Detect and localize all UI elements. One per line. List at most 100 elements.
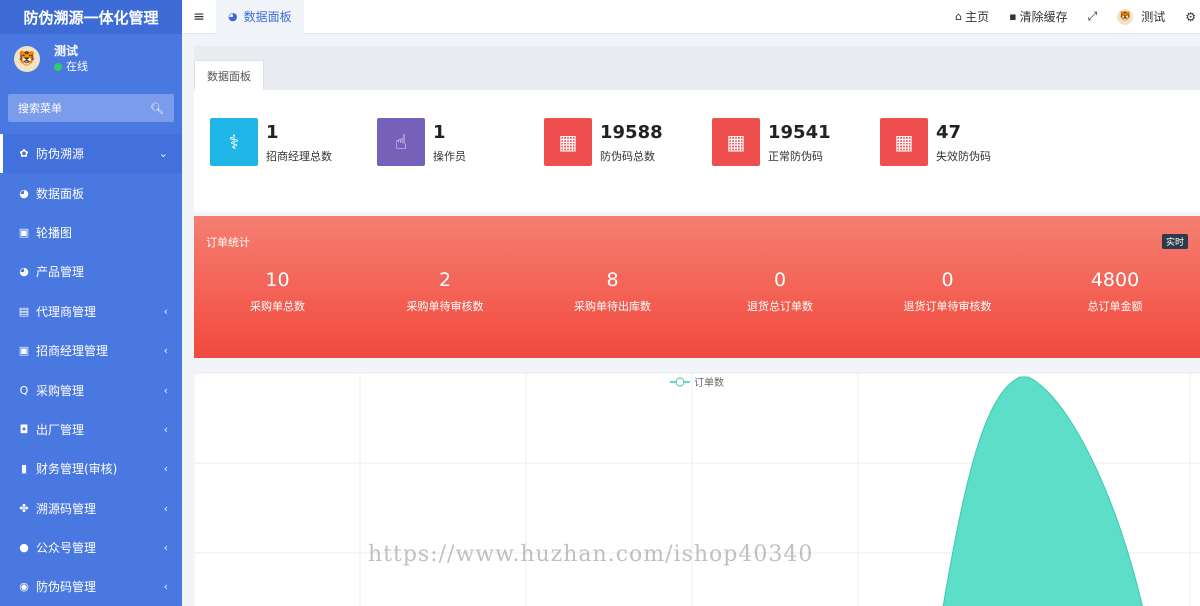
chevron-icon: ‹ [163, 580, 168, 594]
realtime-badge: 实时 [1161, 234, 1188, 249]
user-menu-label: 测试 [1141, 10, 1166, 24]
sidebar-search-input[interactable]: 搜索菜单 🔍︎ [8, 94, 174, 122]
chevron-icon: ⌄ [158, 147, 168, 161]
image-icon: ▣ [18, 225, 30, 239]
user-menu[interactable]: 🐯 测试 [1107, 8, 1175, 25]
sidebar-item[interactable]: ◉ 防伪码管理 ‹ [0, 567, 182, 606]
order-stat: 8 采购单待出库数 [529, 268, 696, 314]
sidebar-item-label: 防伪码管理 [36, 580, 97, 595]
order-stat-value: 4800 [1090, 269, 1140, 291]
series-area [942, 376, 1143, 606]
hand-pointer-icon: ☝ [377, 118, 425, 166]
sidebar-item[interactable]: ◕ 产品管理 [0, 252, 182, 291]
settings-button[interactable]: ⚙ [1175, 10, 1200, 24]
user-avatar-icon: 🐯 [1117, 8, 1134, 25]
stat-value: 19541 [768, 122, 831, 143]
stat-value: 47 [936, 122, 962, 143]
legend-marker [675, 377, 685, 387]
stat-card: ▦ 19588 防伪码总数 [544, 118, 704, 188]
stat-label: 招商经理总数 [266, 150, 332, 163]
sidebar-item-label: 财务管理(审核) [36, 462, 118, 477]
order-stat-value: 10 [265, 269, 290, 291]
stat-label: 正常防伪码 [768, 150, 823, 163]
tab-dashboard[interactable]: ◕ 数据面板 [216, 0, 304, 34]
chevron-icon: ‹ [163, 344, 168, 358]
order-stat: 0 退货总订单数 [697, 268, 864, 314]
sidebar-item-label: 公众号管理 [36, 541, 97, 556]
sidebar-item[interactable]: ▤ 代理商管理 ‹ [0, 292, 182, 331]
sidebar-item[interactable]: Q 采购管理 ‹ [0, 370, 182, 409]
sidebar-item[interactable]: ◕ 数据面板 [0, 173, 182, 212]
home-label: 主页 [965, 10, 990, 24]
gears-icon: ⚙ [1185, 9, 1196, 24]
home-link[interactable]: ⌂ 主页 [945, 8, 999, 25]
sidebar: 防伪溯源一体化管理 🐯 测试 在线 搜索菜单 🔍︎ ✿ 防伪溯源 ⌄ ◕ 数据面板 ▣ 轮播… [0, 0, 182, 606]
order-stats-panel: 订单统计 实时 10 采购单总数 2 采购单待审核数 8 采购单待出库数 0 退货总订单数 0 退… [194, 216, 1200, 358]
sidebar-menu: ✿ 防伪溯源 ⌄ ◕ 数据面板 ▣ 轮播图 ◕ 产品管理 ▤ 代理商管理 ‹ ▣ 招商经理管理 ‹ Q 采购管理… [0, 134, 182, 606]
stat-label: 失效防伪码 [936, 150, 991, 163]
clear-cache-label: 清除缓存 [1019, 10, 1068, 24]
main-content: 数据面板 ⚕ 1 招商经理总数 ☝ 1 操作员 ▦ 19588 防伪码总数 ▦ 19541 正常防伪码… [182, 34, 1200, 606]
sidebar-item[interactable]: ◘ 出厂管理 ‹ [0, 410, 182, 449]
watermark-text: https://www.huzhan.com/ishop40340 [368, 542, 814, 567]
trash-icon: ▪ [1009, 10, 1017, 23]
fullscreen-button[interactable]: ⤢ [1078, 9, 1108, 24]
sidebar-item[interactable]: ▣ 轮播图 [0, 213, 182, 252]
sidebar-item-label: 轮播图 [36, 225, 73, 240]
avatar[interactable]: 🐯 [14, 46, 40, 72]
order-stat: 0 退货订单待审核数 [864, 268, 1031, 314]
sidebar-item[interactable]: ✤ 溯源码管理 ‹ [0, 489, 182, 528]
chevron-icon: ‹ [163, 383, 168, 397]
stat-card: ▦ 47 失效防伪码 [880, 118, 1040, 188]
order-stat: 2 采购单待审核数 [362, 268, 529, 314]
user-doctor-icon: ⚕ [210, 118, 258, 166]
sidebar-item[interactable]: ▣ 招商经理管理 ‹ [0, 331, 182, 370]
online-dot-icon [54, 62, 62, 71]
flower-icon: ✿ [19, 147, 29, 161]
user-name: 测试 [54, 44, 79, 58]
sidebar-item-label: 出厂管理 [36, 422, 85, 437]
expand-icon: ⤢ [1087, 9, 1098, 23]
order-stat-value: 2 [438, 269, 452, 291]
orders-chart: 订单数 [194, 372, 1200, 606]
sidebar-item-label: 产品管理 [36, 265, 85, 280]
order-stat-label: 退货订单待审核数 [903, 300, 992, 313]
order-stat-value: 0 [941, 269, 954, 291]
order-stats-title: 订单统计 [206, 236, 250, 249]
hamburger-icon[interactable]: ≡ [182, 9, 216, 25]
dashboard-icon: ◕ [19, 186, 29, 200]
sidebar-item[interactable]: ✿ 防伪溯源 ⌄ [0, 134, 182, 174]
stat-value: 1 [266, 122, 279, 143]
sidebar-item-label: 数据面板 [36, 186, 85, 201]
inbox-icon: ◘ [19, 422, 29, 436]
order-stat: 10 采购单总数 [194, 268, 361, 314]
sidebar-item-label: 采购管理 [36, 383, 85, 398]
home-icon: ⌂ [955, 10, 963, 23]
search-icon[interactable]: 🔍︎ [150, 102, 164, 115]
stat-value: 1 [433, 122, 446, 143]
clear-cache-button[interactable]: ▪ 清除缓存 [999, 8, 1077, 25]
order-stat-label: 采购单待审核数 [406, 300, 484, 313]
orders-chart-svg: 订单数 [194, 373, 1200, 606]
order-stat-label: 采购单总数 [250, 300, 305, 313]
sidebar-item[interactable]: ● 公众号管理 ‹ [0, 528, 182, 567]
info-icon: ▮ [20, 462, 28, 476]
panel-tab-dashboard[interactable]: 数据面板 [194, 60, 264, 90]
chevron-icon: ‹ [163, 501, 168, 515]
stats-panel: ⚕ 1 招商经理总数 ☝ 1 操作员 ▦ 19588 防伪码总数 ▦ 19541 正常防伪码 ▦ 47 失效… [194, 90, 1200, 212]
shield-icon: ◉ [19, 580, 29, 594]
search-icon: Q [19, 383, 29, 397]
sidebar-item-label: 招商经理管理 [36, 344, 109, 359]
qrcode-icon: ▦ [712, 118, 760, 166]
sidebar-item-label: 代理商管理 [36, 304, 97, 319]
stat-card: ▦ 19541 正常防伪码 [712, 118, 872, 188]
stat-label: 操作员 [433, 150, 466, 163]
dashboard-icon: ◕ [228, 10, 238, 23]
legend-label: 订单数 [694, 376, 724, 389]
user-panel: 🐯 测试 在线 [0, 34, 182, 84]
qrcode-icon: ▦ [880, 118, 928, 166]
sidebar-item-label: 溯源码管理 [36, 501, 97, 516]
qrcode-icon: ▦ [544, 118, 592, 166]
dashboard-icon: ◕ [19, 265, 29, 279]
sidebar-item[interactable]: ▮ 财务管理(审核) ‹ [0, 449, 182, 488]
